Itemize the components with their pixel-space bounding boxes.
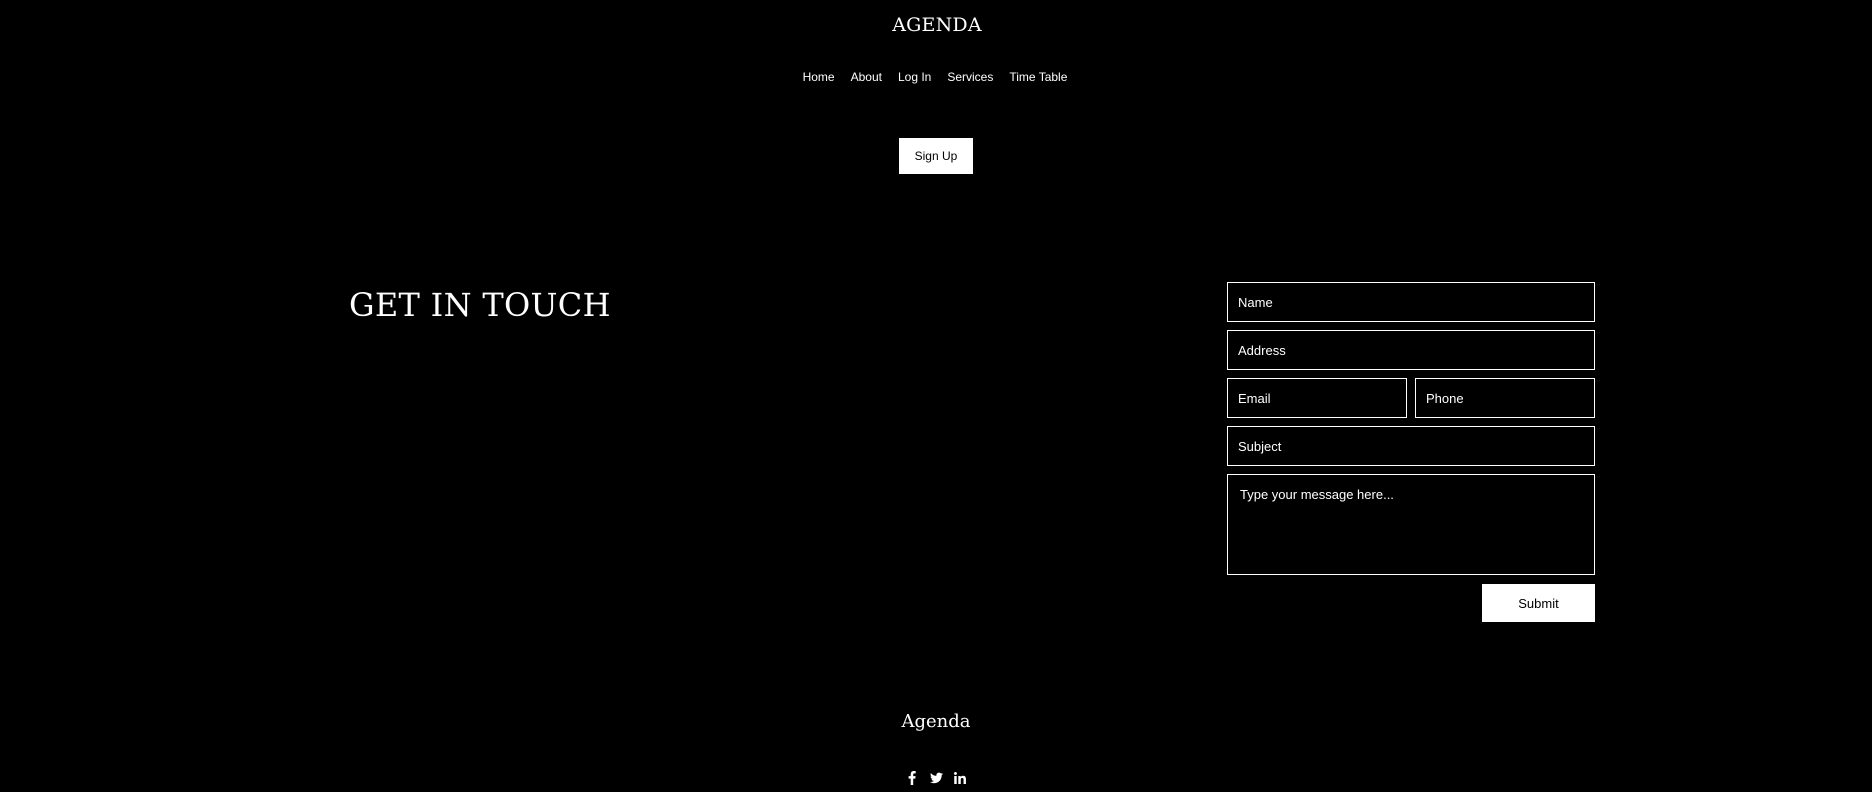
footer-logo: Agenda [901, 711, 971, 732]
facebook-icon[interactable] [906, 769, 919, 786]
submit-button[interactable]: Submit [1482, 584, 1595, 622]
twitter-icon[interactable] [929, 769, 943, 786]
site-logo[interactable]: AGENDA [0, 14, 1872, 36]
subject-field[interactable] [1227, 426, 1595, 466]
nav-time-table[interactable]: Time Table [1009, 70, 1067, 84]
name-field[interactable] [1227, 282, 1595, 322]
message-field[interactable] [1227, 474, 1595, 575]
nav-login[interactable]: Log In [898, 70, 931, 84]
main-nav: Home About Log In Services Time Table [0, 70, 1870, 84]
nav-services[interactable]: Services [947, 70, 993, 84]
linkedin-icon[interactable] [954, 769, 967, 786]
email-field[interactable] [1227, 378, 1407, 418]
sign-up-button[interactable]: Sign Up [899, 138, 973, 174]
nav-home[interactable]: Home [803, 70, 835, 84]
nav-about[interactable]: About [851, 70, 882, 84]
address-field[interactable] [1227, 330, 1595, 370]
page-title: GET IN TOUCH [349, 286, 611, 324]
social-links [0, 769, 1872, 786]
phone-field[interactable] [1415, 378, 1595, 418]
